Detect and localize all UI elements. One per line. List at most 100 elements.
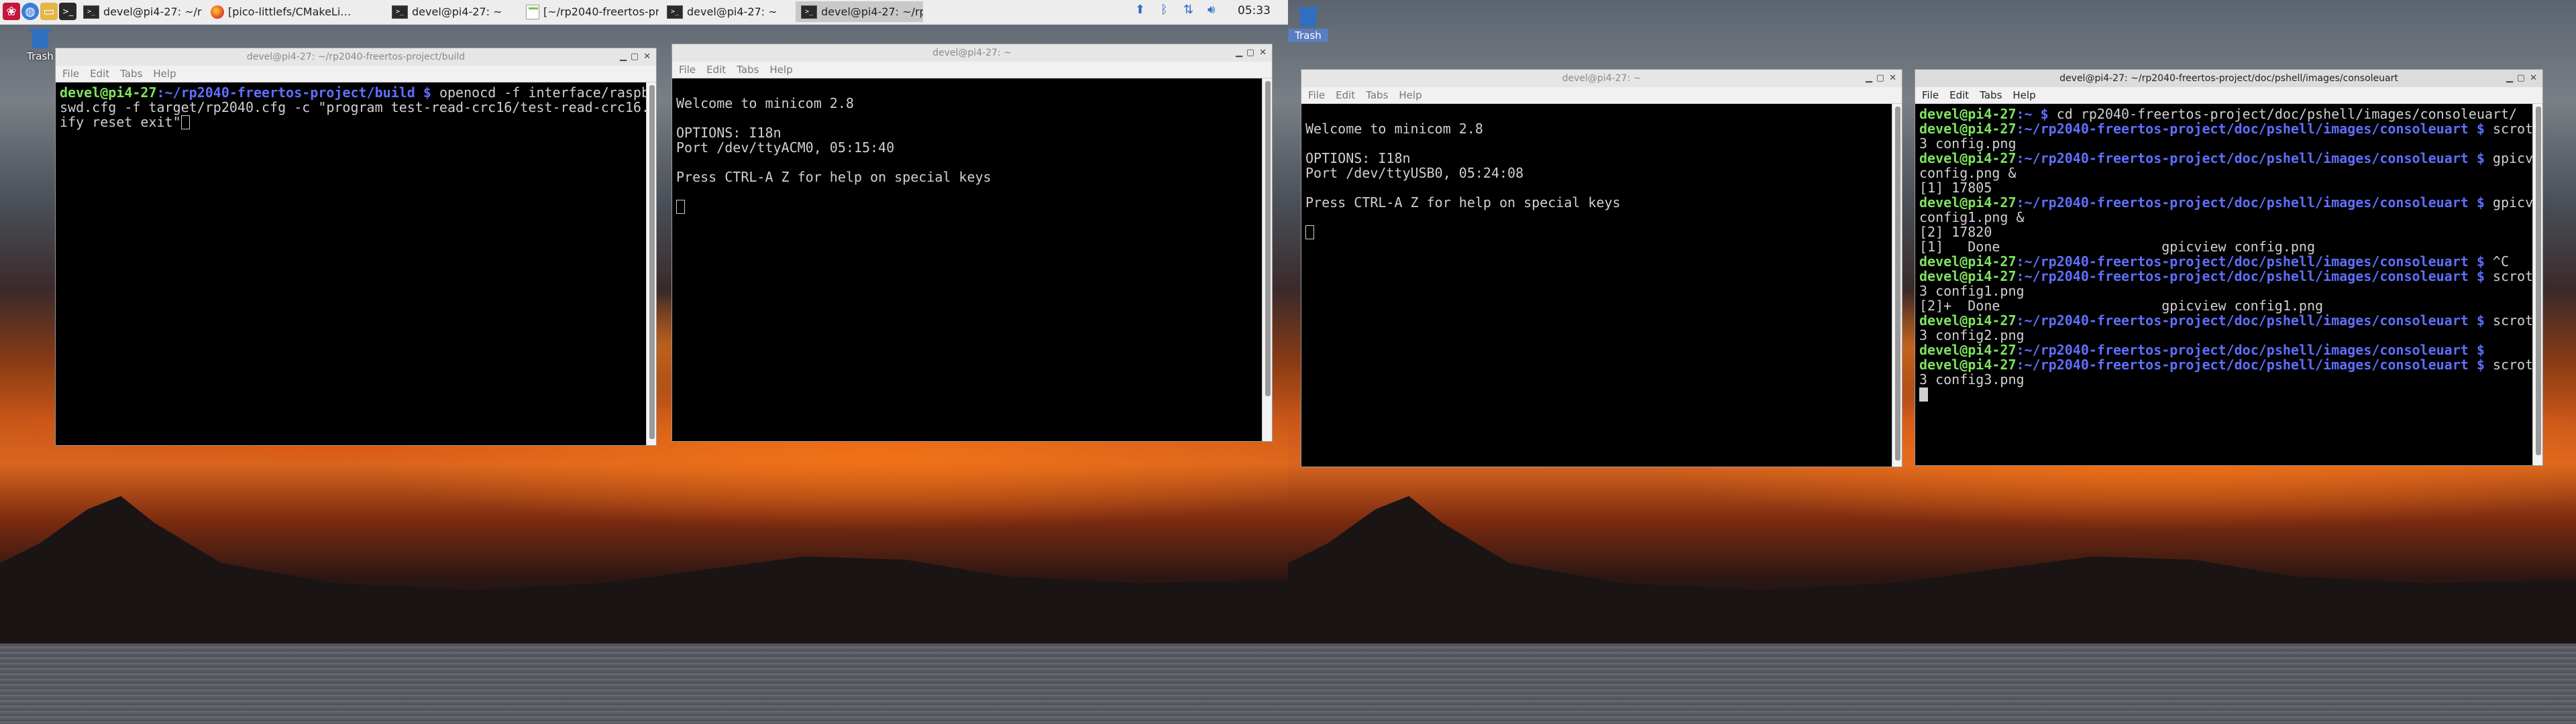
taskbar-button-label: devel@pi4-27: ~/rp2…: [103, 5, 203, 18]
trash-icon: [1298, 7, 1318, 27]
prompt-path: :~/rp2040-freertos-project/doc/pshell/im…: [2016, 194, 2485, 210]
close-button[interactable]: ✕: [2530, 70, 2537, 87]
bluetooth-icon[interactable]: ᛒ: [1161, 3, 1168, 17]
minimize-button[interactable]: ▁: [2506, 70, 2513, 87]
menu-help[interactable]: Help: [769, 64, 792, 76]
menu-edit[interactable]: Edit: [706, 64, 726, 76]
menu-tabs[interactable]: Tabs: [120, 68, 142, 80]
command-text: 3 config1.png: [1919, 283, 2025, 299]
prompt-path: :~/rp2040-freertos-project/doc/pshell/im…: [2016, 150, 2485, 166]
menu-bar: File Edit Tabs Help: [56, 66, 656, 82]
menu-edit[interactable]: Edit: [1336, 89, 1355, 101]
output-text: [1] Done gpicview config.png: [1919, 239, 2316, 255]
command-text: 3 config.png: [1919, 135, 2017, 152]
menu-tabs[interactable]: Tabs: [1366, 89, 1388, 101]
menu-help[interactable]: Help: [2012, 89, 2035, 101]
terminal-output[interactable]: Welcome to minicom 2.8 OPTIONS: I18n Por…: [672, 78, 1263, 441]
prompt-user: devel@pi4-27: [1919, 312, 2017, 328]
prompt-user: devel@pi4-27: [1919, 150, 2017, 166]
close-button[interactable]: ✕: [1259, 44, 1267, 62]
output-text: [2]+ Done gpicview config1.png: [1919, 298, 2324, 314]
network-icon[interactable]: ⇅: [1183, 3, 1193, 17]
terminal-output[interactable]: devel@pi4-27:~ $ cd rp2040-freertos-proj…: [1915, 104, 2533, 465]
scrollbar-thumb[interactable]: [1895, 107, 1900, 461]
scrollbar-thumb[interactable]: [2536, 107, 2541, 455]
menu-file[interactable]: File: [679, 64, 696, 76]
prompt-user: devel@pi4-27: [1919, 268, 2017, 284]
raspberry-menu-icon[interactable]: ❀: [3, 3, 20, 20]
minimize-button[interactable]: ▁: [1236, 44, 1242, 62]
menu-file[interactable]: File: [62, 68, 79, 80]
taskbar-button-6[interactable]: >_ devel@pi4-27: ~/rp2…: [796, 1, 923, 22]
web-browser-icon[interactable]: ◍: [21, 3, 39, 20]
prompt-path: :~/rp2040-freertos-project/doc/pshell/im…: [2016, 342, 2485, 358]
scrollbar[interactable]: [1262, 78, 1272, 441]
taskbar-button-label: [~/rp2040-freertos-pr…: [543, 5, 659, 18]
taskbar-button-1[interactable]: >_ devel@pi4-27: ~/rp2…: [78, 1, 203, 22]
menu-tabs[interactable]: Tabs: [737, 64, 759, 76]
terminal-window-minicom-usb[interactable]: devel@pi4-27: ~ ▁ ▢ ✕ File Edit Tabs Help W…: [1301, 70, 1902, 467]
terminal-window-minicom-acm[interactable]: devel@pi4-27: ~ ▁ ▢ ✕ File Edit Tabs Help W…: [672, 44, 1272, 441]
menu-help[interactable]: Help: [1399, 89, 1421, 101]
terminal-launcher-icon[interactable]: >_: [59, 3, 76, 20]
trash-label: Trash: [27, 50, 54, 62]
close-button[interactable]: ✕: [1889, 70, 1896, 87]
scrollbar-thumb[interactable]: [1265, 81, 1271, 396]
editor-icon: [526, 4, 539, 19]
menu-edit[interactable]: Edit: [1949, 89, 1969, 101]
terminal-output[interactable]: Welcome to minicom 2.8 OPTIONS: I18n Por…: [1301, 104, 1892, 467]
maximize-button[interactable]: ▢: [1876, 70, 1884, 87]
trash-desktop-icon[interactable]: Trash: [1288, 7, 1328, 42]
terminal-line: Press CTRL-A Z for help on special keys: [676, 169, 991, 185]
taskbar: ❀ ◍ ▭ >_ >_ devel@pi4-27: ~/rp2… [pico-l…: [0, 0, 1288, 25]
terminal-line: Port /dev/ttyACM0, 05:15:40: [676, 139, 895, 156]
taskbar-button-3[interactable]: >_ devel@pi4-27: ~: [386, 1, 518, 22]
update-icon[interactable]: ⬆: [1135, 3, 1145, 17]
menu-help[interactable]: Help: [153, 68, 176, 80]
minimize-button[interactable]: ▁: [1866, 70, 1872, 87]
command-text: scrot -d: [2492, 268, 2533, 284]
file-manager-icon[interactable]: ▭: [40, 3, 58, 20]
command-text: 3 config2.png: [1919, 327, 2025, 343]
taskbar-button-label: devel@pi4-27: ~: [412, 5, 502, 18]
menu-file[interactable]: File: [1308, 89, 1325, 101]
taskbar-button-5[interactable]: >_ devel@pi4-27: ~: [661, 1, 793, 22]
close-button[interactable]: ✕: [643, 48, 651, 66]
clock: 05:33: [1238, 4, 1271, 17]
terminal-line: Port /dev/ttyUSB0, 05:24:08: [1305, 165, 1524, 181]
maximize-button[interactable]: ▢: [2517, 70, 2525, 87]
menu-edit[interactable]: Edit: [90, 68, 109, 80]
menu-tabs[interactable]: Tabs: [1980, 89, 2002, 101]
terminal-window-build[interactable]: devel@pi4-27: ~/rp2040-freertos-project/…: [56, 48, 656, 445]
command-text: gpicview: [2492, 194, 2533, 210]
trash-desktop-icon[interactable]: Trash: [20, 29, 60, 62]
text-cursor: [1919, 387, 1928, 402]
taskbar-button-label: devel@pi4-27: ~/rp2…: [821, 5, 923, 18]
prompt-path: :~/rp2040-freertos-project/doc/pshell/im…: [2016, 121, 2485, 137]
window-title: devel@pi4-27: ~/rp2040-freertos-project/…: [56, 48, 656, 66]
scrollbar[interactable]: [1892, 104, 1902, 467]
volume-icon[interactable]: 🔊︎: [1208, 3, 1215, 17]
terminal-output[interactable]: devel@pi4-27:~/rp2040-freertos-project/b…: [56, 82, 647, 445]
terminal-window-consoleuart[interactable]: devel@pi4-27: ~/rp2040-freertos-project/…: [1915, 70, 2542, 465]
scrollbar-thumb[interactable]: [649, 85, 655, 439]
lake-water: [0, 644, 1288, 724]
taskbar-button-label: [pico-littlefs/CMakeLi…: [228, 5, 352, 18]
scrollbar[interactable]: [2532, 104, 2542, 465]
command-text: 3 config3.png: [1919, 371, 2025, 387]
terminal-icon: >_: [801, 5, 817, 19]
command-text: config1.png &: [1919, 209, 2025, 225]
command-text: ^C: [2484, 253, 2510, 269]
prompt-path: :~/rp2040-freertos-project/doc/pshell/im…: [2016, 268, 2485, 284]
menu-bar: File Edit Tabs Help: [672, 62, 1272, 78]
window-title: devel@pi4-27: ~: [672, 44, 1272, 62]
maximize-button[interactable]: ▢: [1246, 44, 1254, 62]
minimize-button[interactable]: ▁: [620, 48, 627, 66]
terminal-line: OPTIONS: I18n: [1305, 150, 1411, 166]
taskbar-button-4[interactable]: [~/rp2040-freertos-pr…: [521, 1, 659, 22]
scrollbar[interactable]: [646, 82, 656, 445]
command-text: swd.cfg -f target/rp2040.cfg -c "program…: [60, 99, 647, 115]
maximize-button[interactable]: ▢: [631, 48, 639, 66]
taskbar-button-2[interactable]: [pico-littlefs/CMakeLi…: [205, 1, 384, 22]
menu-file[interactable]: File: [1922, 89, 1939, 101]
